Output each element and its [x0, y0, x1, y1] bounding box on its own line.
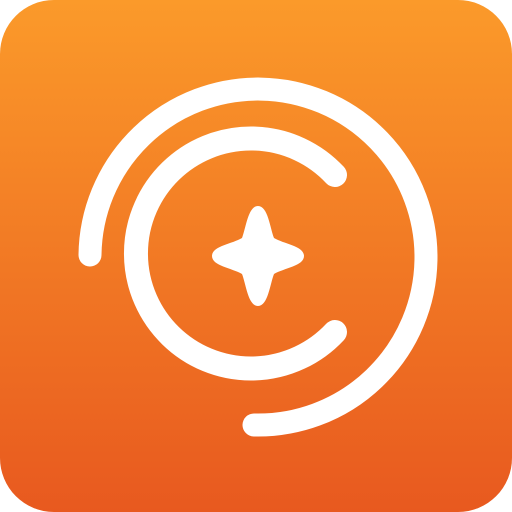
app-icon-canvas [0, 0, 512, 512]
orbit-sparkle-app-icon [0, 0, 512, 512]
